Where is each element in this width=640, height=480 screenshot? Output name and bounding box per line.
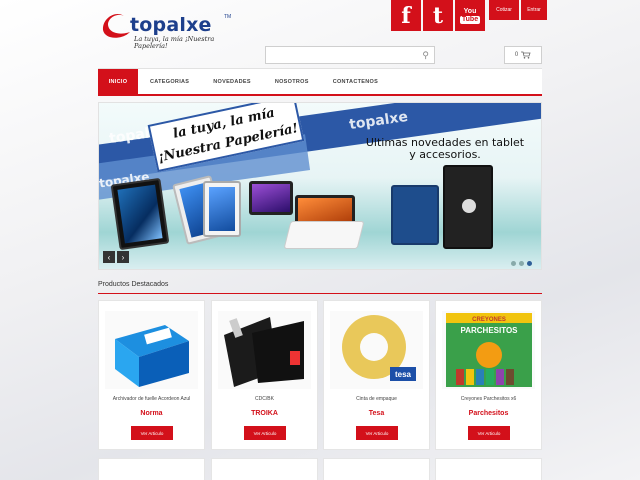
main-nav: INICIO CATEGORIAS NOVEDADES NOSOTROS CON… bbox=[98, 68, 542, 96]
youtube-label-bottom: Tube bbox=[459, 15, 481, 24]
slider-dots bbox=[511, 261, 532, 266]
logo[interactable]: topalxe TM La tuya, la mía ¡Nuestra Pape… bbox=[100, 8, 240, 53]
keyboard-image bbox=[283, 221, 365, 249]
product-name: Archivador de fuelle Acordeon Azul bbox=[112, 396, 191, 402]
product-name: Cinta de empaque bbox=[356, 396, 397, 402]
product-card: CDC/BK TROIKA Ver Articulo bbox=[211, 300, 318, 450]
entrar-link[interactable]: Entrar bbox=[521, 0, 547, 20]
product-brand: Parchesitos bbox=[468, 410, 509, 417]
banner-headline: Ultimas novedades en tablet y accesorios… bbox=[365, 136, 525, 161]
nav-item-inicio[interactable]: INICIO bbox=[98, 69, 138, 94]
tablet-image bbox=[110, 177, 170, 251]
logo-wordmark: topalxe bbox=[130, 14, 212, 36]
product-card bbox=[211, 458, 318, 480]
logo-trademark: TM bbox=[224, 14, 232, 20]
tablet-case-image bbox=[391, 185, 439, 245]
view-product-button[interactable]: Ver Articulo bbox=[468, 426, 510, 440]
section-divider bbox=[98, 293, 542, 294]
tablet-image bbox=[203, 181, 241, 237]
product-card: tesa Cinta de empaque Tesa Ver Articulo bbox=[323, 300, 430, 450]
nav-item-nosotros[interactable]: NOSOTROS bbox=[263, 69, 321, 94]
nav-item-contactenos[interactable]: CONTACTENOS bbox=[321, 69, 390, 94]
product-image[interactable]: CREYONES PARCHESITOS bbox=[442, 311, 535, 389]
product-name: Creyones Parchesitos x6 bbox=[460, 396, 517, 402]
tablet-case-image bbox=[443, 165, 493, 249]
cart-count: 0 bbox=[514, 52, 519, 58]
logo-tagline: La tuya, la mía ¡Nuestra Papelería! bbox=[134, 35, 215, 50]
product-card bbox=[435, 458, 542, 480]
tape-roll-image: tesa bbox=[342, 315, 416, 381]
crayons-box-brand: PARCHESITOS bbox=[460, 326, 518, 335]
slider-next-button[interactable]: › bbox=[117, 251, 129, 263]
product-brand: Tesa bbox=[368, 410, 385, 417]
product-card bbox=[323, 458, 430, 480]
accordion-folder-image bbox=[115, 325, 189, 387]
slider-dot-active[interactable] bbox=[527, 261, 532, 266]
nav-item-categorias[interactable]: CATEGORIAS bbox=[138, 69, 201, 94]
view-product-button[interactable]: Ver Articulo bbox=[244, 426, 286, 440]
facebook-icon[interactable]: f bbox=[391, 0, 421, 31]
search-input[interactable]: ⚲ bbox=[265, 46, 435, 64]
product-card bbox=[98, 458, 205, 480]
product-name: CDC/BK bbox=[255, 396, 274, 402]
product-image[interactable] bbox=[218, 311, 311, 389]
social-links: f t You Tube bbox=[391, 0, 485, 31]
slider-prev-button[interactable]: ‹ bbox=[103, 251, 115, 263]
product-image[interactable] bbox=[105, 311, 198, 389]
cart-button[interactable]: 0 bbox=[504, 46, 542, 64]
product-brand: TROIKA bbox=[251, 410, 278, 417]
crayons-box-title: CREYONES bbox=[472, 317, 506, 323]
product-card: Archivador de fuelle Acordeon Azul Norma… bbox=[98, 300, 205, 450]
slider-dot[interactable] bbox=[511, 261, 516, 266]
cart-icon bbox=[521, 51, 531, 59]
tablet-image bbox=[249, 181, 293, 215]
document-folder-image bbox=[224, 317, 304, 387]
cotizar-link[interactable]: Cotizar bbox=[489, 0, 519, 20]
nav-item-novedades[interactable]: NOVEDADES bbox=[201, 69, 263, 94]
youtube-label-top: You bbox=[463, 7, 477, 15]
view-product-button[interactable]: Ver Articulo bbox=[356, 426, 398, 440]
product-image[interactable]: tesa bbox=[330, 311, 423, 389]
search-icon[interactable]: ⚲ bbox=[422, 50, 429, 61]
product-brand: Norma bbox=[140, 410, 163, 417]
view-product-button[interactable]: Ver Articulo bbox=[131, 426, 173, 440]
top-links: Cotizar Entrar bbox=[489, 0, 547, 20]
crayons-box-image: CREYONES PARCHESITOS bbox=[446, 313, 532, 387]
youtube-icon[interactable]: You Tube bbox=[455, 0, 485, 31]
section-title: Productos Destacados bbox=[98, 281, 169, 288]
slider-dot[interactable] bbox=[519, 261, 524, 266]
hero-banner[interactable]: topalxe topalxe topalxe la tuya, la mía … bbox=[98, 102, 542, 270]
twitter-icon[interactable]: t bbox=[423, 0, 453, 31]
product-card: CREYONES PARCHESITOS Creyones Parchesito… bbox=[435, 300, 542, 450]
tesa-logo-text: tesa bbox=[395, 370, 412, 379]
